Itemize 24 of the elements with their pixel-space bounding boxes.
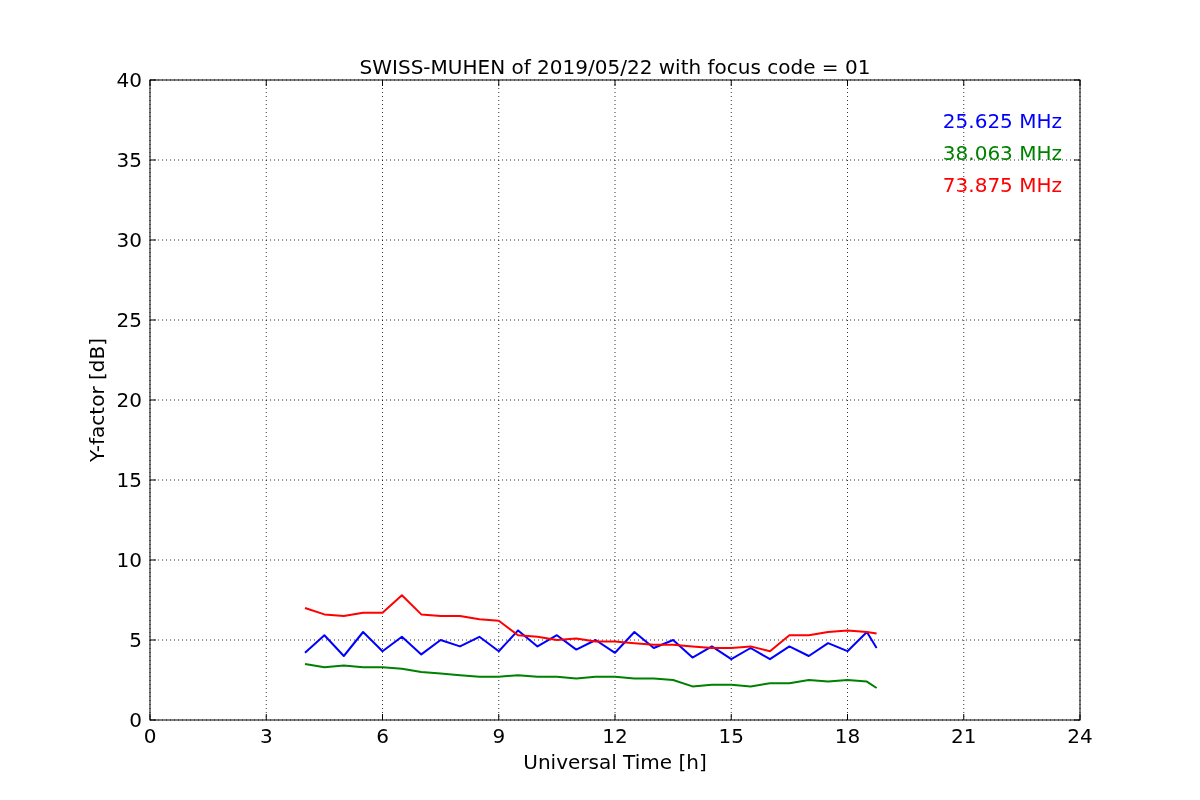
x-tick-label: 6	[376, 724, 389, 748]
y-tick-label: 30	[116, 228, 142, 252]
chart-title: SWISS-MUHEN of 2019/05/22 with focus code = 01	[359, 55, 871, 79]
x-tick-label: 18	[834, 724, 861, 748]
x-tick-label: 12	[602, 724, 628, 748]
legend-label: 73.875 MHz	[942, 173, 1062, 197]
x-tick-label: 3	[259, 724, 273, 748]
y-tick-label: 0	[129, 708, 142, 732]
y-tick-label: 10	[116, 548, 142, 572]
y-tick-label: 25	[116, 308, 142, 332]
y-axis-label: Y-factor [dB]	[85, 338, 109, 462]
legend-label: 25.625 MHz	[942, 109, 1062, 133]
y-tick-label: 15	[116, 468, 142, 492]
x-tick-label: 15	[718, 724, 744, 748]
x-tick-label: 24	[1067, 724, 1093, 748]
x-tick-label: 21	[951, 724, 977, 748]
y-tick-label: 20	[116, 388, 142, 412]
y-tick-label: 35	[116, 148, 142, 172]
y-tick-label: 5	[129, 628, 142, 652]
y-tick-label: 40	[116, 68, 142, 92]
legend-label: 38.063 MHz	[942, 141, 1062, 165]
x-axis-label: Universal Time [h]	[523, 750, 707, 774]
x-tick-label: 0	[143, 724, 157, 748]
x-tick-label: 9	[492, 724, 506, 748]
